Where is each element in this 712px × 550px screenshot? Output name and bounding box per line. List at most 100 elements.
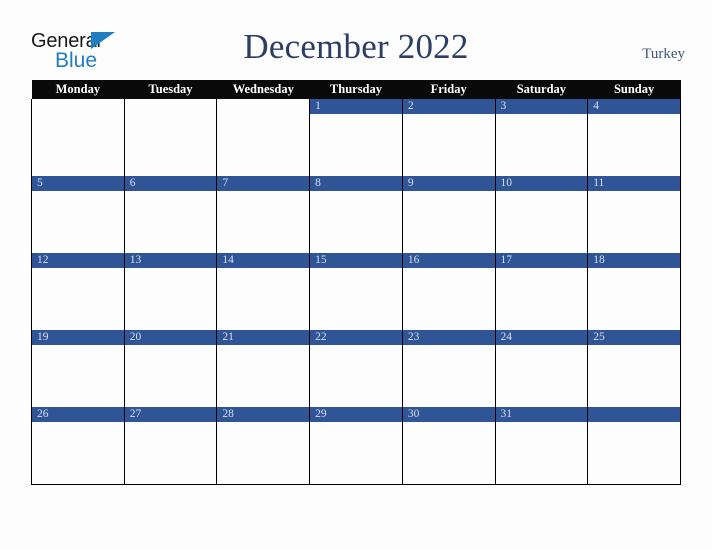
day-number: 16 (402, 253, 495, 268)
day-notes-area[interactable] (125, 114, 217, 176)
day-notes-area[interactable] (217, 268, 309, 330)
day-cell[interactable]: 14 (216, 253, 311, 330)
day-cell[interactable]: 13 (123, 253, 218, 330)
day-cell[interactable] (31, 99, 125, 176)
day-number: 17 (495, 253, 588, 268)
day-cell[interactable]: 17 (494, 253, 589, 330)
day-cell[interactable]: 2 (401, 99, 496, 176)
week-row: 12 13 14 15 16 17 18 (31, 253, 681, 330)
day-cell[interactable]: 10 (494, 176, 589, 253)
day-notes-area[interactable] (217, 191, 309, 253)
day-cell[interactable]: 12 (31, 253, 125, 330)
day-notes-area[interactable] (403, 268, 495, 330)
weekday-header-friday: Friday (402, 80, 496, 99)
day-number: 26 (32, 407, 124, 422)
week-row: 5 6 7 8 9 10 11 (31, 176, 681, 253)
day-notes-area[interactable] (403, 422, 495, 484)
week-row: 26 27 28 29 30 31 (31, 407, 681, 485)
day-notes-area[interactable] (588, 422, 680, 484)
day-cell[interactable]: 31 (494, 407, 589, 485)
day-notes-area[interactable] (588, 114, 680, 176)
day-number: 1 (310, 99, 402, 114)
day-cell[interactable]: 23 (401, 330, 496, 407)
day-number: 13 (124, 253, 217, 268)
day-notes-area[interactable] (588, 268, 680, 330)
day-cell[interactable]: 28 (216, 407, 311, 485)
day-cell[interactable]: 9 (401, 176, 496, 253)
day-cell[interactable]: 15 (309, 253, 403, 330)
day-notes-area[interactable] (125, 422, 217, 484)
day-cell[interactable]: 6 (123, 176, 218, 253)
day-cell[interactable]: 22 (309, 330, 403, 407)
day-cell[interactable]: 7 (216, 176, 311, 253)
day-notes-area[interactable] (496, 114, 588, 176)
day-notes-area[interactable] (310, 191, 402, 253)
day-notes-area[interactable] (32, 268, 124, 330)
day-notes-area[interactable] (32, 345, 124, 407)
day-cell[interactable]: 29 (309, 407, 403, 485)
day-number: 14 (217, 253, 310, 268)
day-number: 4 (588, 99, 680, 114)
day-number: 25 (588, 330, 680, 345)
day-cell[interactable]: 24 (494, 330, 589, 407)
day-number: 3 (495, 99, 588, 114)
day-cell[interactable]: 30 (401, 407, 496, 485)
day-number: 20 (124, 330, 217, 345)
day-notes-area[interactable] (310, 345, 402, 407)
day-notes-area[interactable] (125, 345, 217, 407)
day-number (588, 407, 680, 422)
day-cell[interactable]: 20 (123, 330, 218, 407)
day-notes-area[interactable] (310, 268, 402, 330)
day-notes-area[interactable] (32, 191, 124, 253)
day-notes-area[interactable] (217, 422, 309, 484)
day-notes-area[interactable] (403, 345, 495, 407)
day-number: 7 (217, 176, 310, 191)
day-cell[interactable]: 1 (309, 99, 403, 176)
day-cell[interactable]: 25 (587, 330, 681, 407)
day-notes-area[interactable] (310, 114, 402, 176)
day-number: 22 (310, 330, 402, 345)
day-notes-area[interactable] (217, 114, 309, 176)
day-number: 21 (217, 330, 310, 345)
page-title: December 2022 (243, 27, 469, 66)
day-notes-area[interactable] (125, 191, 217, 253)
day-notes-area[interactable] (32, 114, 124, 176)
day-number: 6 (124, 176, 217, 191)
day-number: 29 (310, 407, 402, 422)
day-cell[interactable] (123, 99, 218, 176)
day-number: 18 (588, 253, 680, 268)
weekday-header-tuesday: Tuesday (124, 80, 217, 99)
day-notes-area[interactable] (32, 422, 124, 484)
day-notes-area[interactable] (125, 268, 217, 330)
calendar-body: 1 2 3 4 5 6 7 8 9 10 11 12 13 14 15 16 1… (31, 99, 681, 485)
day-cell[interactable]: 3 (494, 99, 589, 176)
day-cell[interactable]: 8 (309, 176, 403, 253)
day-number (32, 99, 124, 114)
day-cell[interactable]: 18 (587, 253, 681, 330)
day-notes-area[interactable] (403, 191, 495, 253)
day-cell[interactable] (587, 407, 681, 485)
day-notes-area[interactable] (588, 345, 680, 407)
day-notes-area[interactable] (588, 191, 680, 253)
day-cell[interactable]: 27 (123, 407, 218, 485)
day-notes-area[interactable] (496, 191, 588, 253)
day-cell[interactable]: 5 (31, 176, 125, 253)
weekday-header-sunday: Sunday (587, 80, 681, 99)
day-cell[interactable]: 26 (31, 407, 125, 485)
day-notes-area[interactable] (496, 422, 588, 484)
day-number: 24 (495, 330, 588, 345)
calendar-grid: Monday Tuesday Wednesday Thursday Friday… (31, 80, 681, 485)
day-notes-area[interactable] (496, 345, 588, 407)
day-notes-area[interactable] (403, 114, 495, 176)
day-cell[interactable]: 21 (216, 330, 311, 407)
day-cell[interactable]: 19 (31, 330, 125, 407)
day-notes-area[interactable] (217, 345, 309, 407)
day-cell[interactable] (216, 99, 311, 176)
day-notes-area[interactable] (496, 268, 588, 330)
day-cell[interactable]: 11 (587, 176, 681, 253)
day-number: 31 (495, 407, 588, 422)
region-label: Turkey (642, 46, 685, 62)
day-cell[interactable]: 4 (587, 99, 681, 176)
day-cell[interactable]: 16 (401, 253, 496, 330)
day-notes-area[interactable] (310, 422, 402, 484)
